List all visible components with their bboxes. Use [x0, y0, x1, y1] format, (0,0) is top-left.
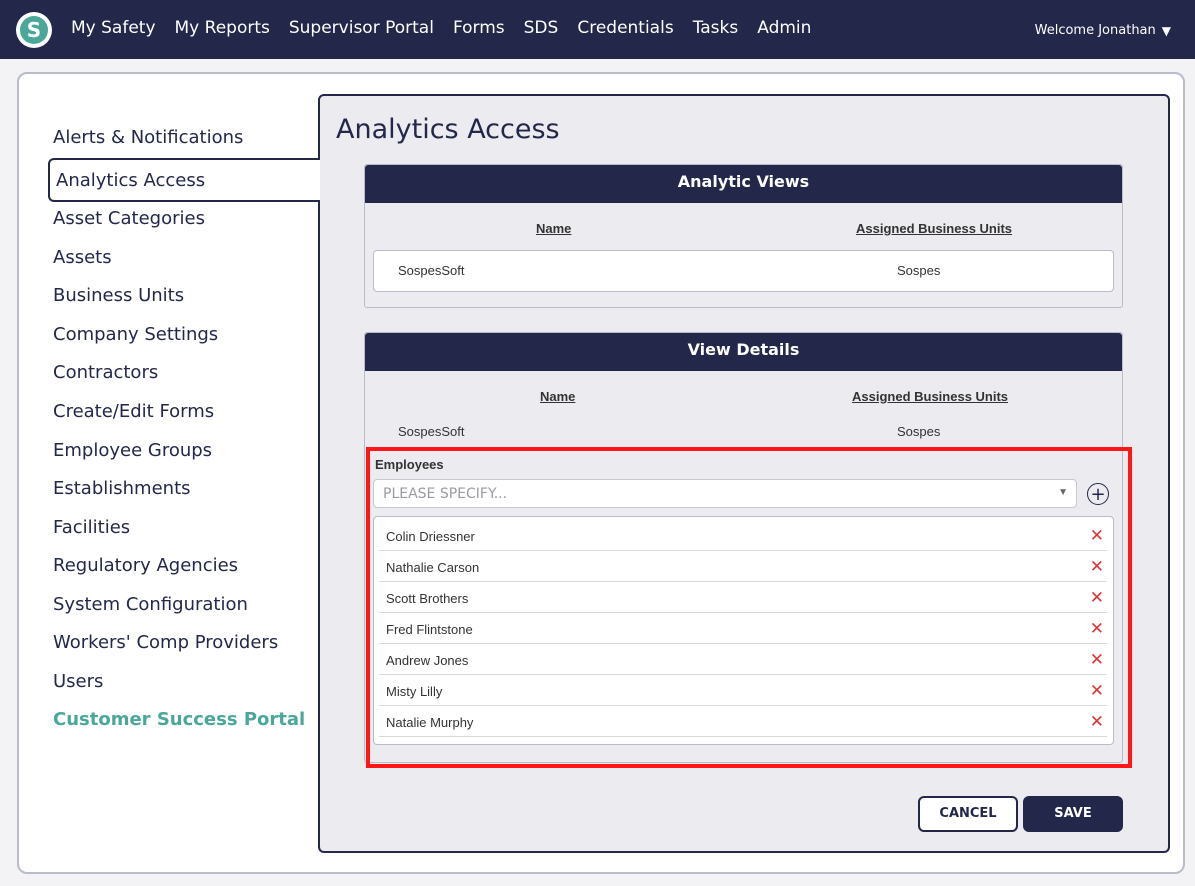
sidebar-item-workers-comp-providers[interactable]: Workers' Comp Providers: [53, 632, 278, 653]
sidebar-item-assets[interactable]: Assets: [53, 247, 112, 268]
user-menu[interactable]: Welcome Jonathan ▼: [1035, 23, 1171, 38]
sidebar-item-employee-groups[interactable]: Employee Groups: [53, 440, 212, 461]
nav-link-forms[interactable]: Forms: [453, 18, 505, 38]
column-header-business-units: Assigned Business Units: [856, 221, 1013, 236]
caret-down-icon: ▼: [1161, 23, 1171, 38]
detail-name-cell: SospesSoft: [398, 424, 465, 439]
highlight-box: [366, 447, 1132, 768]
sidebar-item-system-configuration[interactable]: System Configuration: [53, 594, 248, 615]
sidebar-item-regulatory-agencies[interactable]: Regulatory Agencies: [53, 555, 238, 576]
view-name-cell: SospesSoft: [398, 263, 465, 278]
sidebar-item-business-units[interactable]: Business Units: [53, 285, 184, 306]
analytic-views-section: Analytic Views Name Assigned Business Un…: [364, 164, 1123, 308]
analytic-views-header: Analytic Views: [365, 165, 1122, 203]
page-title: Analytics Access: [336, 114, 560, 145]
nav-link-supervisor-portal[interactable]: Supervisor Portal: [289, 18, 434, 38]
sidebar-item-alerts-notifications[interactable]: Alerts & Notifications: [53, 127, 243, 148]
view-details-header: View Details: [365, 333, 1122, 371]
nav-link-tasks[interactable]: Tasks: [693, 18, 739, 38]
sidebar-item-company-settings[interactable]: Company Settings: [53, 324, 218, 345]
sidebar-item-contractors[interactable]: Contractors: [53, 362, 158, 383]
sidebar-item-label: Analytics Access: [56, 170, 206, 191]
nav-link-sds[interactable]: SDS: [524, 18, 559, 38]
nav-link-credentials[interactable]: Credentials: [577, 18, 673, 38]
main-panel: Analytics Access Analytic Views Name Ass…: [318, 94, 1170, 853]
sidebar-item-customer-success-portal[interactable]: Customer Success Portal: [53, 709, 305, 730]
logo-letter: S: [20, 16, 48, 44]
nav-links: My Safety My Reports Supervisor Portal F…: [71, 18, 811, 38]
save-button[interactable]: SAVE: [1023, 796, 1123, 832]
sidebar-item-asset-categories[interactable]: Asset Categories: [53, 208, 205, 229]
column-header-name: Name: [536, 221, 572, 236]
sidebar-item-analytics-access[interactable]: Analytics Access: [48, 158, 320, 202]
sidebar-item-create-edit-forms[interactable]: Create/Edit Forms: [53, 401, 214, 422]
column-header-name: Name: [540, 389, 576, 404]
nav-link-admin[interactable]: Admin: [757, 18, 811, 38]
top-nav-bar: S My Safety My Reports Supervisor Portal…: [0, 0, 1195, 59]
cancel-button[interactable]: CANCEL: [918, 796, 1018, 832]
sidebar-item-facilities[interactable]: Facilities: [53, 517, 130, 538]
nav-link-my-reports[interactable]: My Reports: [175, 18, 270, 38]
view-units-cell: Sospes: [897, 263, 941, 278]
detail-units-cell: Sospes: [897, 424, 941, 439]
analytic-view-row[interactable]: SospesSoft Sospes: [373, 250, 1114, 292]
sidebar-item-establishments[interactable]: Establishments: [53, 478, 191, 499]
welcome-text: Welcome Jonathan: [1034, 23, 1156, 38]
column-header-business-units: Assigned Business Units: [852, 389, 1009, 404]
nav-link-my-safety[interactable]: My Safety: [71, 18, 156, 38]
app-logo[interactable]: S: [16, 12, 52, 48]
sidebar-item-users[interactable]: Users: [53, 671, 103, 692]
